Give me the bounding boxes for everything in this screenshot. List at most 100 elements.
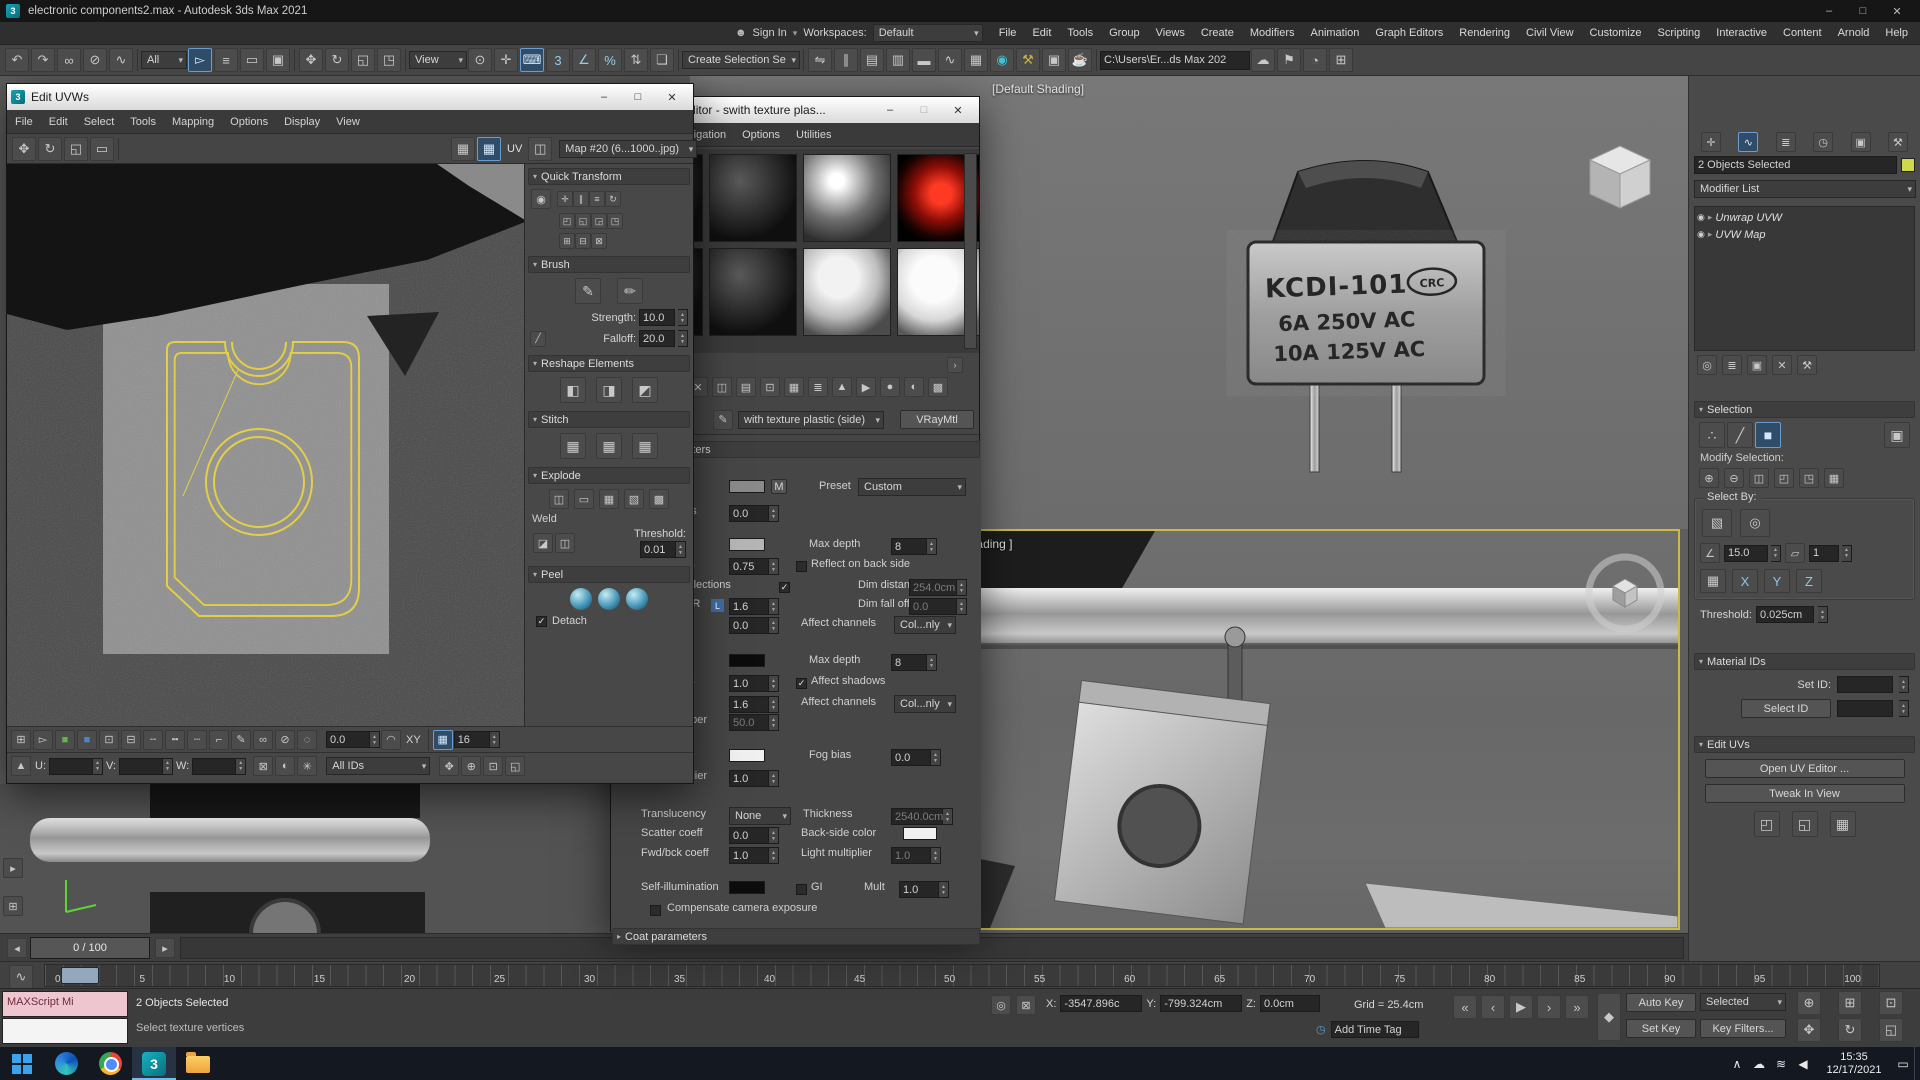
menu-item[interactable]: Modifiers: [1242, 24, 1303, 42]
viewport-nav-icon[interactable]: ⊞: [1838, 991, 1862, 1015]
uv-footer-icon[interactable]: ⊞: [11, 729, 31, 750]
add-time-tag[interactable]: Add Time Tag: [1330, 1021, 1419, 1038]
quick-transform-icon[interactable]: ⊞: [559, 233, 575, 249]
mult-field[interactable]: 1.0: [899, 881, 939, 898]
toolbar-icon[interactable]: ◳: [377, 48, 401, 72]
select-by-icon[interactable]: ◎: [1740, 509, 1770, 537]
toolbar-icon[interactable]: ❏: [650, 48, 674, 72]
quick-transform-icon[interactable]: ◲: [591, 213, 607, 229]
quick-transform-icon[interactable]: ↻: [605, 191, 621, 207]
brush-icon[interactable]: ✏: [617, 278, 643, 304]
material-editor-menu-item[interactable]: Options: [734, 126, 788, 144]
edit-uvs-icon[interactable]: ◰: [1753, 811, 1780, 837]
uv-footer-icon[interactable]: ⊕: [461, 756, 482, 776]
menu-item[interactable]: Content: [1775, 24, 1830, 42]
uv-footer-icon[interactable]: ⊡: [99, 729, 119, 750]
viewport-strip-icon[interactable]: ▸: [3, 858, 23, 878]
uv-brush-size-spinner[interactable]: [489, 731, 500, 748]
sample-slot-chrome[interactable]: [803, 154, 891, 242]
dim-distance-spinner[interactable]: [957, 579, 967, 596]
stack-control-icon[interactable]: ▣: [1747, 355, 1767, 375]
reference-coordinate-dropdown[interactable]: View: [409, 51, 467, 69]
tweak-in-view-button[interactable]: Tweak In View: [1704, 784, 1905, 803]
toolbar-icon[interactable]: ≡: [214, 48, 238, 72]
toolbar-icon[interactable]: ⊘: [83, 48, 107, 72]
close-button[interactable]: ✕: [1880, 0, 1914, 22]
menu-item[interactable]: Edit: [1024, 24, 1059, 42]
viewcube[interactable]: [1580, 140, 1660, 220]
3ds-max-taskbar-icon[interactable]: 3: [132, 1047, 176, 1080]
file-explorer-icon[interactable]: [176, 1047, 220, 1080]
uv-toolbar-icon[interactable]: ◱: [64, 136, 88, 161]
reset-peel-icon[interactable]: [626, 588, 648, 610]
modifier-stack[interactable]: ◉ ▸ Unwrap UVW ◉ ▸ UVW Map: [1694, 206, 1915, 351]
uv-footer-icon[interactable]: ✎: [231, 729, 251, 750]
modify-selection-icon[interactable]: ▦: [1824, 468, 1844, 488]
toolbar-icon[interactable]: ∿: [109, 48, 133, 72]
menu-item[interactable]: Help: [1877, 24, 1916, 42]
y-coordinate-field[interactable]: -799.324cm: [1160, 995, 1243, 1012]
uv-footer-icon[interactable]: ┄: [187, 729, 207, 750]
peel-header[interactable]: Peel: [528, 566, 690, 583]
fresnel-ior-field[interactable]: 1.6: [729, 598, 769, 615]
command-panel-tab[interactable]: ≣: [1775, 132, 1796, 152]
modifier-expand-icon[interactable]: ▸: [1708, 212, 1713, 223]
key-filters-button[interactable]: Key Filters...: [1700, 1019, 1786, 1038]
planar-tool-icon[interactable]: ▱: [1785, 543, 1805, 563]
x-coordinate-field[interactable]: -3547.896c: [1060, 995, 1143, 1012]
affect-channels-dropdown[interactable]: Col...nly: [894, 616, 956, 634]
weld-threshold-spinner[interactable]: [676, 541, 686, 558]
fog-bias-field[interactable]: 0.0: [891, 749, 931, 766]
glossiness-spinner[interactable]: [769, 558, 779, 575]
quick-transform-icon[interactable]: ⊠: [591, 233, 607, 249]
toolbar-icon[interactable]: ∿: [938, 48, 962, 72]
modify-selection-icon[interactable]: ◳: [1799, 468, 1819, 488]
mat-close-button[interactable]: ✕: [941, 100, 975, 120]
quick-transform-icon[interactable]: ⊟: [575, 233, 591, 249]
stitch-header[interactable]: Stitch: [528, 411, 690, 428]
planar-field[interactable]: 1: [1809, 544, 1839, 562]
uv-minimize-button[interactable]: –: [587, 87, 621, 107]
fresnel-ior-spinner[interactable]: [769, 598, 779, 615]
u-spinner[interactable]: [93, 757, 103, 775]
metalness-field[interactable]: 0.0: [729, 617, 769, 634]
toolbar-icon[interactable]: ∞: [57, 48, 81, 72]
angle-tool-icon[interactable]: ∠: [1700, 543, 1720, 563]
uv-soft-selection-field[interactable]: 0.0: [326, 731, 370, 748]
modify-selection-icon[interactable]: ⊕: [1699, 468, 1719, 488]
menu-item[interactable]: Graph Editors: [1367, 24, 1451, 42]
dim-falloff-spinner[interactable]: [957, 598, 967, 615]
quick-transform-icon[interactable]: ✛: [557, 191, 573, 207]
quick-transform-icon[interactable]: ◳: [607, 213, 623, 229]
toolbar-icon[interactable]: ▬: [912, 48, 936, 72]
material-editor-menu-item[interactable]: Utilities: [788, 126, 839, 144]
strength-field[interactable]: 10.0: [639, 309, 675, 326]
material-toolbar-icon[interactable]: ▶: [856, 377, 876, 397]
selection-mode-icon[interactable]: ╱: [1727, 422, 1753, 448]
stack-control-icon[interactable]: ◎: [1697, 355, 1717, 375]
z-coordinate-field[interactable]: 0.0cm: [1259, 995, 1320, 1012]
modify-selection-icon[interactable]: ◫: [1749, 468, 1769, 488]
stack-control-icon[interactable]: ✕: [1772, 355, 1792, 375]
frame-display[interactable]: 0 / 100: [30, 937, 150, 959]
uv-canvas[interactable]: [7, 164, 525, 726]
start-button[interactable]: [0, 1047, 44, 1080]
viewport-top-label[interactable]: [Default Shading]: [992, 82, 1084, 96]
modify-selection-icon[interactable]: ⊖: [1724, 468, 1744, 488]
select-by-icon[interactable]: ▧: [1702, 509, 1732, 537]
selection-set-key-dropdown[interactable]: Selected: [1700, 993, 1786, 1011]
next-frame-button[interactable]: ▸: [155, 938, 175, 958]
uv-soft-selection-spinner[interactable]: [370, 731, 380, 748]
reshape-icon[interactable]: ◨: [596, 377, 622, 403]
axis-toggle-icon[interactable]: X: [1732, 569, 1758, 593]
stitch-icon[interactable]: ▦: [596, 433, 622, 459]
select-id-field[interactable]: [1837, 700, 1893, 717]
toolbar-icon[interactable]: ⌨: [520, 48, 544, 72]
reshape-icon[interactable]: ◩: [632, 377, 658, 403]
menu-item[interactable]: Tools: [1059, 24, 1101, 42]
uv-footer-icon[interactable]: ⌐: [209, 729, 229, 750]
v-field[interactable]: [119, 757, 163, 775]
menu-item[interactable]: Arnold: [1830, 24, 1878, 42]
maxscript-mini-listener-white[interactable]: [2, 1018, 128, 1044]
scatter-spinner[interactable]: [769, 827, 779, 844]
